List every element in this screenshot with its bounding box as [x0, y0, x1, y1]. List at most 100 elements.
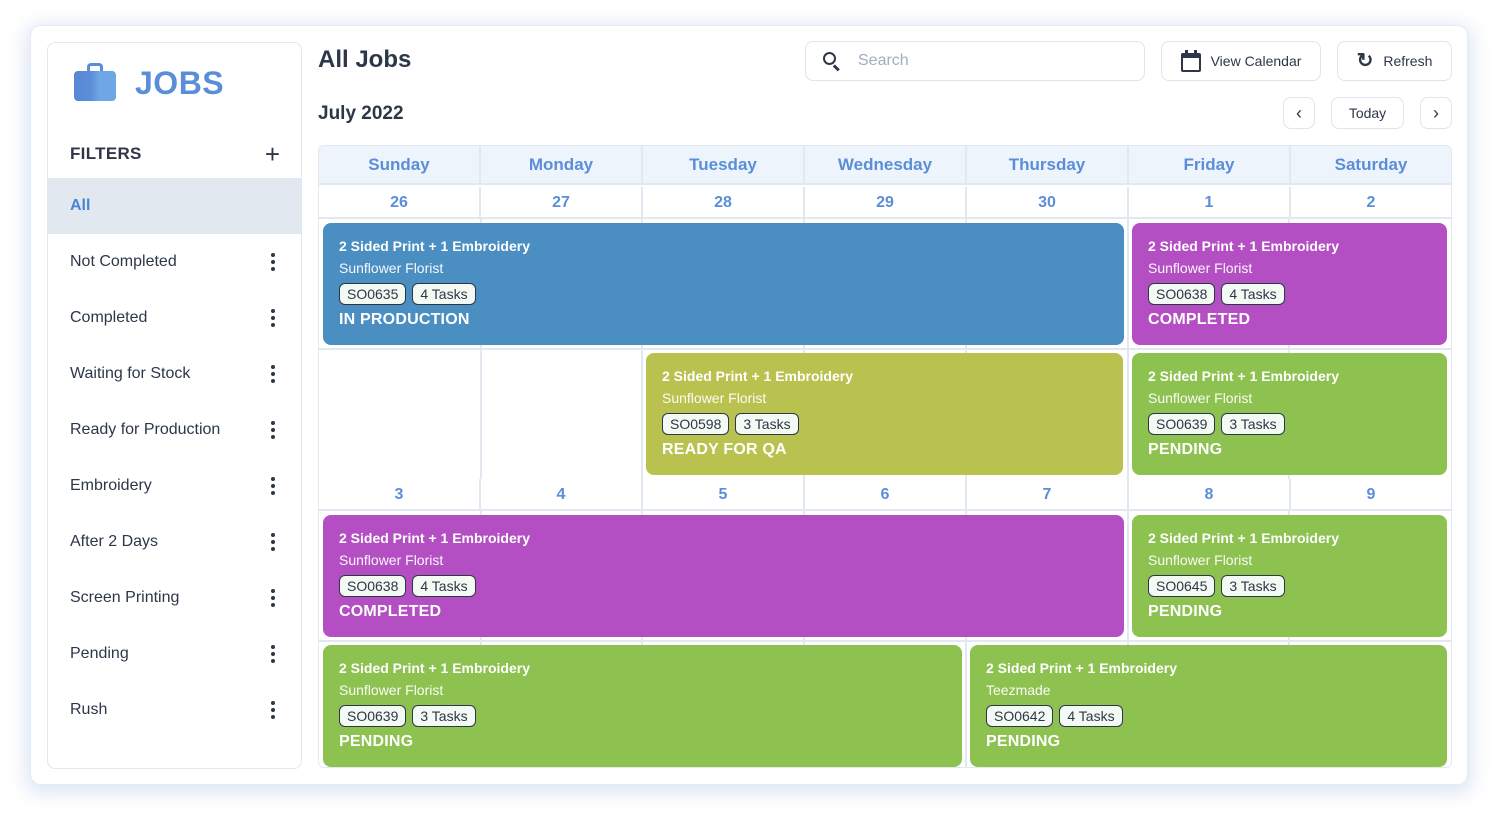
filter-label: Completed: [70, 309, 148, 326]
chevron-left-icon: ‹: [1296, 102, 1302, 123]
job-chips: SO0645 3 Tasks: [1148, 575, 1431, 597]
filter-item-all[interactable]: All: [48, 178, 301, 234]
job-event-card[interactable]: 2 Sided Print + 1 Embroidery Sunflower Fl…: [323, 645, 962, 767]
filter-label: Rush: [70, 701, 108, 718]
weekday-saturday: Saturday: [1334, 155, 1408, 174]
job-customer: Sunflower Florist: [339, 682, 444, 698]
date-cell[interactable]: 5: [643, 479, 805, 509]
task-count-badge: 4 Tasks: [1221, 283, 1285, 305]
filter-item-ready-for-production[interactable]: Ready for Production: [48, 402, 301, 458]
app-window: JOBS FILTERS + All Not Completed Completed…: [31, 26, 1467, 784]
job-event-card[interactable]: 2 Sided Print + 1 Embroidery Teezmade SO06…: [970, 645, 1447, 767]
date-cell[interactable]: 4: [481, 479, 643, 509]
date-cell[interactable]: 30: [967, 187, 1129, 217]
weekday-monday: Monday: [481, 146, 643, 183]
filter-item-completed[interactable]: Completed: [48, 290, 301, 346]
job-customer: Sunflower Florist: [1148, 390, 1253, 406]
job-status: PENDING: [339, 733, 414, 750]
job-chips: SO0639 3 Tasks: [339, 705, 946, 727]
date-cell[interactable]: 6: [805, 479, 967, 509]
filter-item-screen-printing[interactable]: Screen Printing: [48, 570, 301, 626]
more-options-icon[interactable]: [269, 701, 277, 719]
job-status: PENDING: [1148, 603, 1223, 620]
weekday-friday: Friday: [1129, 146, 1291, 183]
refresh-button[interactable]: ↻ Refresh: [1337, 41, 1452, 81]
filter-label: Pending: [70, 645, 129, 662]
job-customer: Sunflower Florist: [339, 552, 444, 568]
task-count-badge: 3 Tasks: [735, 413, 799, 435]
weekday-wednesday: Wednesday: [805, 146, 967, 183]
job-title: 2 Sided Print + 1 Embroidery: [339, 660, 531, 676]
order-number-badge: SO0642: [986, 705, 1054, 727]
grid-line: [1127, 219, 1129, 479]
job-title: 2 Sided Print + 1 Embroidery: [1148, 238, 1340, 254]
more-options-icon[interactable]: [269, 477, 277, 495]
more-options-icon[interactable]: [269, 253, 277, 271]
filter-item-pending[interactable]: Pending: [48, 626, 301, 682]
more-options-icon[interactable]: [269, 365, 277, 383]
filter-item-rush[interactable]: Rush: [48, 682, 301, 738]
filter-item-waiting-for-stock[interactable]: Waiting for Stock: [48, 346, 301, 402]
previous-month-button[interactable]: ‹: [1283, 97, 1315, 129]
job-event-card[interactable]: 2 Sided Print + 1 Embroidery Sunflower Fl…: [323, 515, 1124, 637]
filter-item-not-completed[interactable]: Not Completed: [48, 234, 301, 290]
refresh-label: Refresh: [1383, 53, 1433, 69]
filter-label: Not Completed: [70, 253, 177, 270]
job-title: 2 Sided Print + 1 Embroidery: [662, 368, 854, 384]
more-options-icon[interactable]: [269, 589, 277, 607]
more-options-icon[interactable]: [269, 309, 277, 327]
search-icon: [822, 51, 842, 72]
date-cell[interactable]: 2: [1291, 187, 1451, 217]
job-title: 2 Sided Print + 1 Embroidery: [1148, 530, 1340, 546]
search-input[interactable]: [858, 52, 1128, 70]
filter-label: Embroidery: [70, 477, 152, 494]
filters-header: FILTERS +: [70, 141, 280, 167]
job-event-card[interactable]: 2 Sided Print + 1 Embroidery Sunflower Fl…: [1132, 515, 1447, 637]
order-number-badge: SO0639: [1148, 413, 1216, 435]
job-event-card[interactable]: 2 Sided Print + 1 Embroidery Sunflower Fl…: [1132, 353, 1447, 475]
order-number-badge: SO0638: [1148, 283, 1216, 305]
filter-list: All Not Completed Completed Waiting for Sto…: [48, 178, 301, 738]
weekday-header: Sunday Monday Tuesday Wednesday Thursday Frid…: [319, 146, 1451, 185]
job-chips: SO0639 3 Tasks: [1148, 413, 1431, 435]
task-count-badge: 4 Tasks: [412, 283, 476, 305]
view-calendar-button[interactable]: View Calendar: [1161, 41, 1321, 81]
job-event-card[interactable]: 2 Sided Print + 1 Embroidery Sunflower Fl…: [1132, 223, 1447, 345]
job-status: COMPLETED: [339, 603, 442, 620]
date-cell[interactable]: 26: [319, 187, 481, 217]
more-options-icon[interactable]: [269, 645, 277, 663]
job-title: 2 Sided Print + 1 Embroidery: [339, 238, 531, 254]
job-status: COMPLETED: [1148, 311, 1251, 328]
filter-item-after-2-days[interactable]: After 2 Days: [48, 514, 301, 570]
task-count-badge: 3 Tasks: [1221, 575, 1285, 597]
date-cell[interactable]: 1: [1129, 187, 1291, 217]
job-customer: Sunflower Florist: [1148, 552, 1253, 568]
search-box[interactable]: [805, 41, 1145, 81]
filter-item-embroidery[interactable]: Embroidery: [48, 458, 301, 514]
date-cell[interactable]: 28: [643, 187, 805, 217]
date-cell[interactable]: 9: [1291, 479, 1451, 509]
task-count-badge: 3 Tasks: [412, 705, 476, 727]
filters-title: FILTERS: [70, 144, 142, 163]
job-customer: Sunflower Florist: [1148, 260, 1253, 276]
today-button[interactable]: Today: [1331, 97, 1404, 129]
job-event-card[interactable]: 2 Sided Print + 1 Embroidery Sunflower Fl…: [646, 353, 1123, 475]
add-filter-plus-icon[interactable]: +: [265, 141, 280, 167]
date-cell[interactable]: 3: [319, 479, 481, 509]
filter-label: Waiting for Stock: [70, 365, 191, 382]
job-status: IN PRODUCTION: [339, 311, 470, 328]
more-options-icon[interactable]: [269, 421, 277, 439]
date-cell[interactable]: 27: [481, 187, 643, 217]
job-customer: Sunflower Florist: [339, 260, 444, 276]
next-month-button[interactable]: ›: [1420, 97, 1452, 129]
job-title: 2 Sided Print + 1 Embroidery: [339, 530, 531, 546]
date-cell[interactable]: 7: [967, 479, 1129, 509]
job-event-card[interactable]: 2 Sided Print + 1 Embroidery Sunflower Fl…: [323, 223, 1124, 345]
order-number-badge: SO0638: [339, 575, 407, 597]
job-customer: Teezmade: [986, 682, 1051, 698]
weekday-thursday: Thursday: [967, 146, 1129, 183]
date-cell[interactable]: 29: [805, 187, 967, 217]
date-cell[interactable]: 8: [1129, 479, 1291, 509]
view-calendar-label: View Calendar: [1210, 53, 1302, 69]
more-options-icon[interactable]: [269, 533, 277, 551]
